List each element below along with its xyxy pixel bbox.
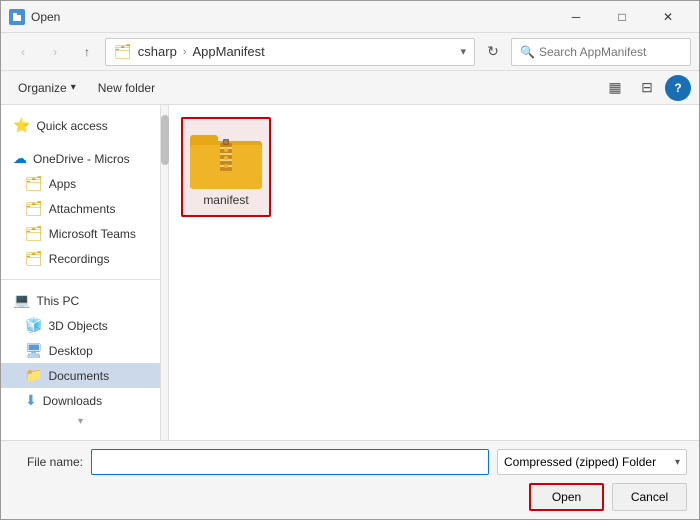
filename-input[interactable] xyxy=(91,449,489,475)
sidebar-divider-1 xyxy=(1,279,160,280)
file-name-manifest: manifest xyxy=(203,193,248,207)
up-button[interactable]: ↑ xyxy=(73,38,101,66)
help-button[interactable]: ? xyxy=(665,75,691,101)
open-dialog: Open ─ □ ✕ ‹ › ↑ 🗂 csharp › AppManifest … xyxy=(0,0,700,520)
sidebar-scrollbar-thumb xyxy=(161,115,169,165)
dialog-icon xyxy=(9,9,25,25)
path-folder-icon: 🗂 xyxy=(114,43,132,60)
sidebar-item-this-pc[interactable]: 💻 This PC xyxy=(1,288,160,313)
this-pc-section: 💻 This PC 🧊 3D Objects 🖥 Desktop 📁 Docum… xyxy=(1,284,160,417)
view-options-button[interactable]: ▦ xyxy=(601,75,629,101)
filetype-dropdown-arrow: ▾ xyxy=(675,457,680,468)
path-chevron-icon: ▾ xyxy=(460,45,466,58)
sidebar-item-attachments[interactable]: 🗂 Attachments xyxy=(1,196,160,221)
filename-label: File name: xyxy=(13,455,83,469)
sidebar-item-onedrive[interactable]: ☁ OneDrive - Micros xyxy=(1,146,160,171)
maximize-button[interactable]: □ xyxy=(599,1,645,33)
back-button[interactable]: ‹ xyxy=(9,38,37,66)
filetype-label: Compressed (zipped) Folder xyxy=(504,455,656,469)
dialog-title: Open xyxy=(31,10,553,24)
new-folder-label: New folder xyxy=(98,81,155,95)
icon-3d-objects: 🧊 xyxy=(25,317,42,334)
organize-button[interactable]: Organize ▾ xyxy=(9,75,85,101)
sidebar-item-desktop[interactable]: 🖥 Desktop xyxy=(1,338,160,363)
main-content: ⭐ Quick access ☁ OneDrive - Micros 🗂 App… xyxy=(1,105,699,440)
cloud-icon: ☁ xyxy=(13,150,27,167)
sidebar: ⭐ Quick access ☁ OneDrive - Micros 🗂 App… xyxy=(1,105,161,440)
toolbar: Organize ▾ New folder ▦ ⊟ ? xyxy=(1,71,699,105)
search-box[interactable]: 🔍 xyxy=(511,38,691,66)
window-controls: ─ □ ✕ xyxy=(553,1,691,33)
quick-access-section: ⭐ Quick access xyxy=(1,109,160,142)
minimize-button[interactable]: ─ xyxy=(553,1,599,33)
open-button[interactable]: Open xyxy=(529,483,604,511)
forward-button[interactable]: › xyxy=(41,38,69,66)
downloads-icon: ⬇ xyxy=(25,392,37,409)
toolbar-right: ▦ ⊟ ? xyxy=(601,75,691,101)
sidebar-item-recordings[interactable]: 🗂 Recordings xyxy=(1,246,160,271)
address-bar: ‹ › ↑ 🗂 csharp › AppManifest ▾ ↻ 🔍 xyxy=(1,33,699,71)
sidebar-item-3d-objects[interactable]: 🧊 3D Objects xyxy=(1,313,160,338)
sidebar-item-teams[interactable]: 🗂 Microsoft Teams xyxy=(1,221,160,246)
file-item-manifest[interactable]: manifest xyxy=(181,117,271,217)
organize-chevron-icon: ▾ xyxy=(71,82,76,93)
file-area: manifest xyxy=(169,105,699,440)
folder-icon-teams: 🗂 xyxy=(25,225,43,242)
search-icon: 🔍 xyxy=(520,45,535,59)
cancel-button[interactable]: Cancel xyxy=(612,483,687,511)
folder-icon-attachments: 🗂 xyxy=(25,200,43,217)
bottom-bar: File name: Compressed (zipped) Folder ▾ … xyxy=(1,440,699,519)
folder-icon-recordings: 🗂 xyxy=(25,250,43,267)
organize-label: Organize xyxy=(18,81,67,95)
actions-row: Open Cancel xyxy=(13,483,687,511)
refresh-button[interactable]: ↻ xyxy=(479,38,507,66)
filetype-dropdown[interactable]: Compressed (zipped) Folder ▾ xyxy=(497,449,687,475)
star-icon: ⭐ xyxy=(13,117,30,134)
onedrive-section: ☁ OneDrive - Micros 🗂 Apps 🗂 Attachments… xyxy=(1,142,160,275)
new-folder-button[interactable]: New folder xyxy=(89,75,164,101)
filename-row: File name: Compressed (zipped) Folder ▾ xyxy=(13,449,687,475)
path-separator-1: › xyxy=(183,46,187,58)
filetype-wrapper: Compressed (zipped) Folder ▾ xyxy=(497,449,687,475)
scroll-down-indicator: ▾ xyxy=(1,417,160,425)
pane-toggle-button[interactable]: ⊟ xyxy=(633,75,661,101)
path-part-2: AppManifest xyxy=(192,44,264,59)
title-bar: Open ─ □ ✕ xyxy=(1,1,699,33)
desktop-icon: 🖥 xyxy=(25,342,43,359)
computer-icon: 💻 xyxy=(13,292,30,309)
address-path[interactable]: 🗂 csharp › AppManifest ▾ xyxy=(105,38,475,66)
sidebar-item-documents[interactable]: 📁 Documents xyxy=(1,363,160,388)
sidebar-item-quick-access[interactable]: ⭐ Quick access xyxy=(1,113,160,138)
search-input[interactable] xyxy=(539,45,694,59)
path-part-1: csharp xyxy=(138,44,177,59)
sidebar-item-downloads[interactable]: ⬇ Downloads xyxy=(1,388,160,413)
close-button[interactable]: ✕ xyxy=(645,1,691,33)
folder-icon-apps: 🗂 xyxy=(25,175,43,192)
sidebar-item-apps[interactable]: 🗂 Apps xyxy=(1,171,160,196)
documents-icon: 📁 xyxy=(25,367,42,384)
sidebar-scrollbar[interactable] xyxy=(161,105,169,440)
zip-folder-icon xyxy=(190,127,262,189)
